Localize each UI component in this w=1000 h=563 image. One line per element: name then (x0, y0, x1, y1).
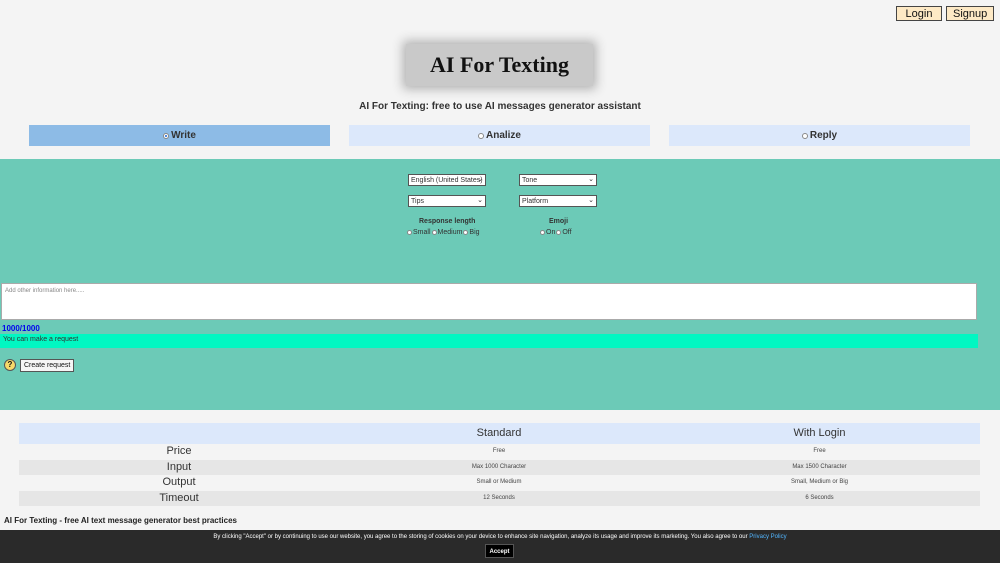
option-label: Big (469, 229, 480, 236)
table-header: Standard With Login (19, 423, 980, 444)
signup-button[interactable]: Signup (946, 6, 994, 21)
tab-label: Write (171, 130, 196, 141)
logo-text: AI For Texting (430, 52, 569, 77)
logo[interactable]: AI For Texting (406, 44, 593, 86)
info-textarea[interactable]: Add other information here..... (1, 283, 977, 320)
table-cell: Free (492, 448, 506, 454)
response-length-options: Small Medium Big (407, 229, 480, 236)
create-request-button[interactable]: Create request (20, 359, 75, 372)
row-label: Timeout (159, 491, 199, 504)
accept-cookies-button[interactable]: Accept (485, 544, 514, 558)
radio-medium[interactable] (431, 230, 437, 235)
request-panel: English (United States) ⌄ Tone ⌄ Tips ⌄ … (0, 159, 1000, 410)
row-label: Output (162, 476, 196, 488)
tone-value: Tone (522, 177, 538, 184)
help-icon[interactable]: ? (4, 359, 16, 371)
pricing-table: Standard With Login Price Free Free Inpu… (19, 423, 980, 506)
radio-icon (801, 132, 808, 139)
table-cell: Small, Medium or Big (790, 479, 849, 485)
chevron-down-icon: ⌄ (588, 197, 594, 204)
radio-small[interactable] (407, 230, 412, 235)
tab-reply[interactable]: Reply (669, 125, 970, 146)
table-cell: Small or Medium (476, 479, 522, 485)
tab-analize[interactable]: Analize (349, 125, 650, 146)
chevron-down-icon: ⌄ (588, 176, 594, 183)
platform-select[interactable]: Platform ⌄ (519, 195, 597, 207)
tone-select[interactable]: Tone ⌄ (519, 174, 597, 186)
radio-big[interactable] (463, 230, 469, 235)
page-subtitle: AI For Texting: free to use AI messages … (359, 101, 641, 112)
table-row: Output Small or Medium Small, Medium or … (19, 475, 980, 491)
option-label: Off (562, 229, 572, 236)
platform-value: Platform (522, 198, 549, 205)
table-row: Input Max 1000 Character Max 1500 Charac… (19, 459, 980, 475)
radio-off[interactable] (556, 230, 562, 235)
tab-write[interactable]: Write (29, 125, 330, 146)
login-button[interactable]: Login (896, 6, 942, 21)
option-label: Small (413, 229, 431, 236)
table-cell: Free (813, 448, 826, 454)
header-cell: Standard (476, 427, 522, 439)
table-cell: Max 1500 Character (792, 463, 847, 470)
table-cell: Max 1000 Character (471, 463, 527, 470)
header-cell: With Login (793, 427, 846, 439)
table-row: Price Free Free (19, 444, 980, 460)
mode-tabs: Write Analize Reply (29, 125, 970, 146)
option-label: Medium (437, 229, 463, 236)
radio-icon (163, 132, 170, 139)
table-cell: 6 Seconds (805, 494, 834, 501)
radio-on[interactable] (540, 230, 545, 235)
emoji-label: Emoji (549, 218, 569, 225)
tab-label: Analize (485, 130, 521, 141)
auth-buttons: Login Signup (896, 6, 994, 21)
table-row: Timeout 12 Seconds 6 Seconds (19, 490, 980, 506)
row-label: Price (166, 445, 192, 457)
header-cell (19, 423, 339, 444)
table-cell: 12 Seconds (483, 494, 515, 501)
best-practices-heading: AI For Texting - free AI text message ge… (4, 516, 237, 525)
language-value: English (United States) (411, 177, 483, 184)
cookie-text: By clicking "Accept" or by continuing to… (213, 534, 748, 540)
status-bar: You can make a request (0, 334, 978, 348)
row-label: Input (166, 460, 192, 473)
radio-icon (477, 132, 484, 139)
privacy-policy-link[interactable]: Privacy Policy (749, 534, 786, 540)
option-label: On (546, 229, 556, 236)
cookie-banner: By clicking "Accept" or by continuing to… (0, 530, 1000, 563)
char-counter: 1000/1000 (2, 324, 40, 333)
textarea-placeholder: Add other information here..... (5, 288, 85, 294)
emoji-options: On Off (540, 229, 572, 236)
cookie-message: By clicking "Accept" or by continuing to… (0, 534, 1000, 540)
language-select[interactable]: English (United States) ⌄ (408, 174, 486, 186)
response-length-label: Response length (419, 218, 476, 225)
tips-select[interactable]: Tips ⌄ (408, 195, 486, 207)
chevron-down-icon: ⌄ (477, 197, 483, 204)
tips-value: Tips (411, 198, 424, 205)
chevron-down-icon: ⌄ (477, 176, 483, 183)
tab-label: Reply (809, 130, 838, 141)
